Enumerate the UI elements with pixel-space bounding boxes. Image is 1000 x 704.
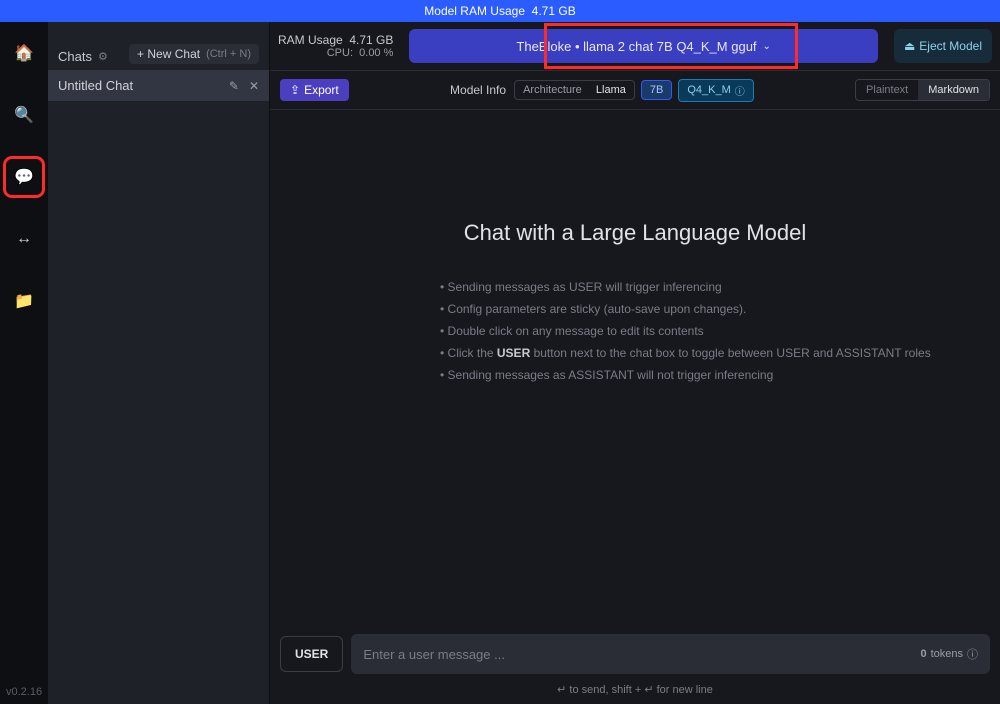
close-icon[interactable]: ✕: [249, 79, 259, 93]
compare-icon: ↔: [16, 230, 32, 248]
eject-model-button[interactable]: ⏏ Eject Model: [894, 29, 992, 63]
info-icon[interactable]: ⓘ: [735, 83, 745, 98]
model-selector[interactable]: TheBloke • llama 2 chat 7B Q4_K_M gguf ⌄: [409, 29, 878, 63]
nav-home[interactable]: 🏠: [8, 37, 40, 69]
main-area: RAM Usage 4.71 GB CPU: 0.00 % TheBloke •…: [270, 22, 1000, 704]
nav-search[interactable]: 🔍: [8, 99, 40, 131]
side-nav: 🏠 🔍 💬 ↔ 📁: [0, 22, 48, 704]
info-icon[interactable]: ⓘ: [967, 646, 978, 662]
folder-icon: 📁: [14, 291, 34, 311]
search-icon: 🔍: [14, 105, 34, 125]
version-label: v0.2.16: [6, 686, 42, 698]
gear-icon[interactable]: ⚙: [98, 50, 108, 63]
chats-panel: Chats ⚙ + New Chat (Ctrl + N) Untitled C…: [48, 22, 270, 704]
welcome-title: Chat with a Large Language Model: [270, 220, 1000, 246]
chat-item-title: Untitled Chat: [58, 78, 133, 93]
export-button[interactable]: ⇪ Export: [280, 79, 349, 101]
upload-icon: ⇪: [290, 83, 300, 97]
view-markdown[interactable]: Markdown: [918, 80, 989, 100]
edit-icon[interactable]: ✎: [229, 79, 239, 93]
model-ram-bar: Model RAM Usage 4.71 GB: [0, 0, 1000, 22]
header-row: RAM Usage 4.71 GB CPU: 0.00 % TheBloke •…: [270, 22, 1000, 70]
chat-body: Chat with a Large Language Model • Sendi…: [270, 110, 1000, 704]
input-zone: USER Enter a user message ... 0 tokens ⓘ: [280, 634, 990, 674]
welcome-block: Chat with a Large Language Model: [270, 220, 1000, 246]
new-chat-button[interactable]: + New Chat (Ctrl + N): [129, 44, 259, 64]
nav-chat[interactable]: 💬: [8, 161, 40, 193]
home-icon: 🏠: [14, 43, 34, 63]
send-hint: ↵ to send, shift + ↵ for new line: [270, 683, 1000, 696]
message-input[interactable]: Enter a user message ... 0 tokens ⓘ: [351, 634, 990, 674]
quant-pill: Q4_K_M ⓘ: [678, 79, 753, 102]
view-toggle: Plaintext Markdown: [855, 79, 990, 101]
model-info-pills: Architecture Llama 7B Q4_K_M ⓘ: [514, 79, 754, 102]
role-toggle-button[interactable]: USER: [280, 636, 343, 672]
eject-icon: ⏏: [904, 39, 915, 53]
chat-icon: 💬: [14, 167, 34, 187]
model-ram-value: 4.71 GB: [532, 4, 576, 18]
tip-line: • Sending messages as USER will trigger …: [440, 280, 940, 294]
tip-line: • Config parameters are sticky (auto-sav…: [440, 302, 940, 316]
token-counter: 0 tokens ⓘ: [920, 646, 978, 662]
tip-line: • Sending messages as ASSISTANT will not…: [440, 368, 940, 382]
chats-title: Chats ⚙: [58, 49, 108, 64]
size-pill: 7B: [641, 80, 672, 100]
nav-compare[interactable]: ↔: [8, 223, 40, 255]
subheader: ⇪ Export Model Info Architecture Llama 7…: [270, 70, 1000, 110]
placeholder-text: Enter a user message ...: [363, 647, 505, 662]
welcome-tips: • Sending messages as USER will trigger …: [440, 280, 940, 382]
nav-folder[interactable]: 📁: [8, 285, 40, 317]
view-plaintext[interactable]: Plaintext: [856, 80, 918, 100]
tip-line: • Click the USER button next to the chat…: [440, 346, 940, 360]
chat-list-item[interactable]: Untitled Chat ✎ ✕: [48, 70, 269, 101]
model-ram-label: Model RAM Usage: [424, 4, 525, 18]
usage-block: RAM Usage 4.71 GB CPU: 0.00 %: [278, 33, 393, 59]
tip-line: • Double click on any message to edit it…: [440, 324, 940, 338]
arch-pill: Architecture Llama: [514, 80, 635, 100]
model-info-label: Model Info: [450, 83, 506, 97]
highlight-annotation: [544, 23, 798, 69]
